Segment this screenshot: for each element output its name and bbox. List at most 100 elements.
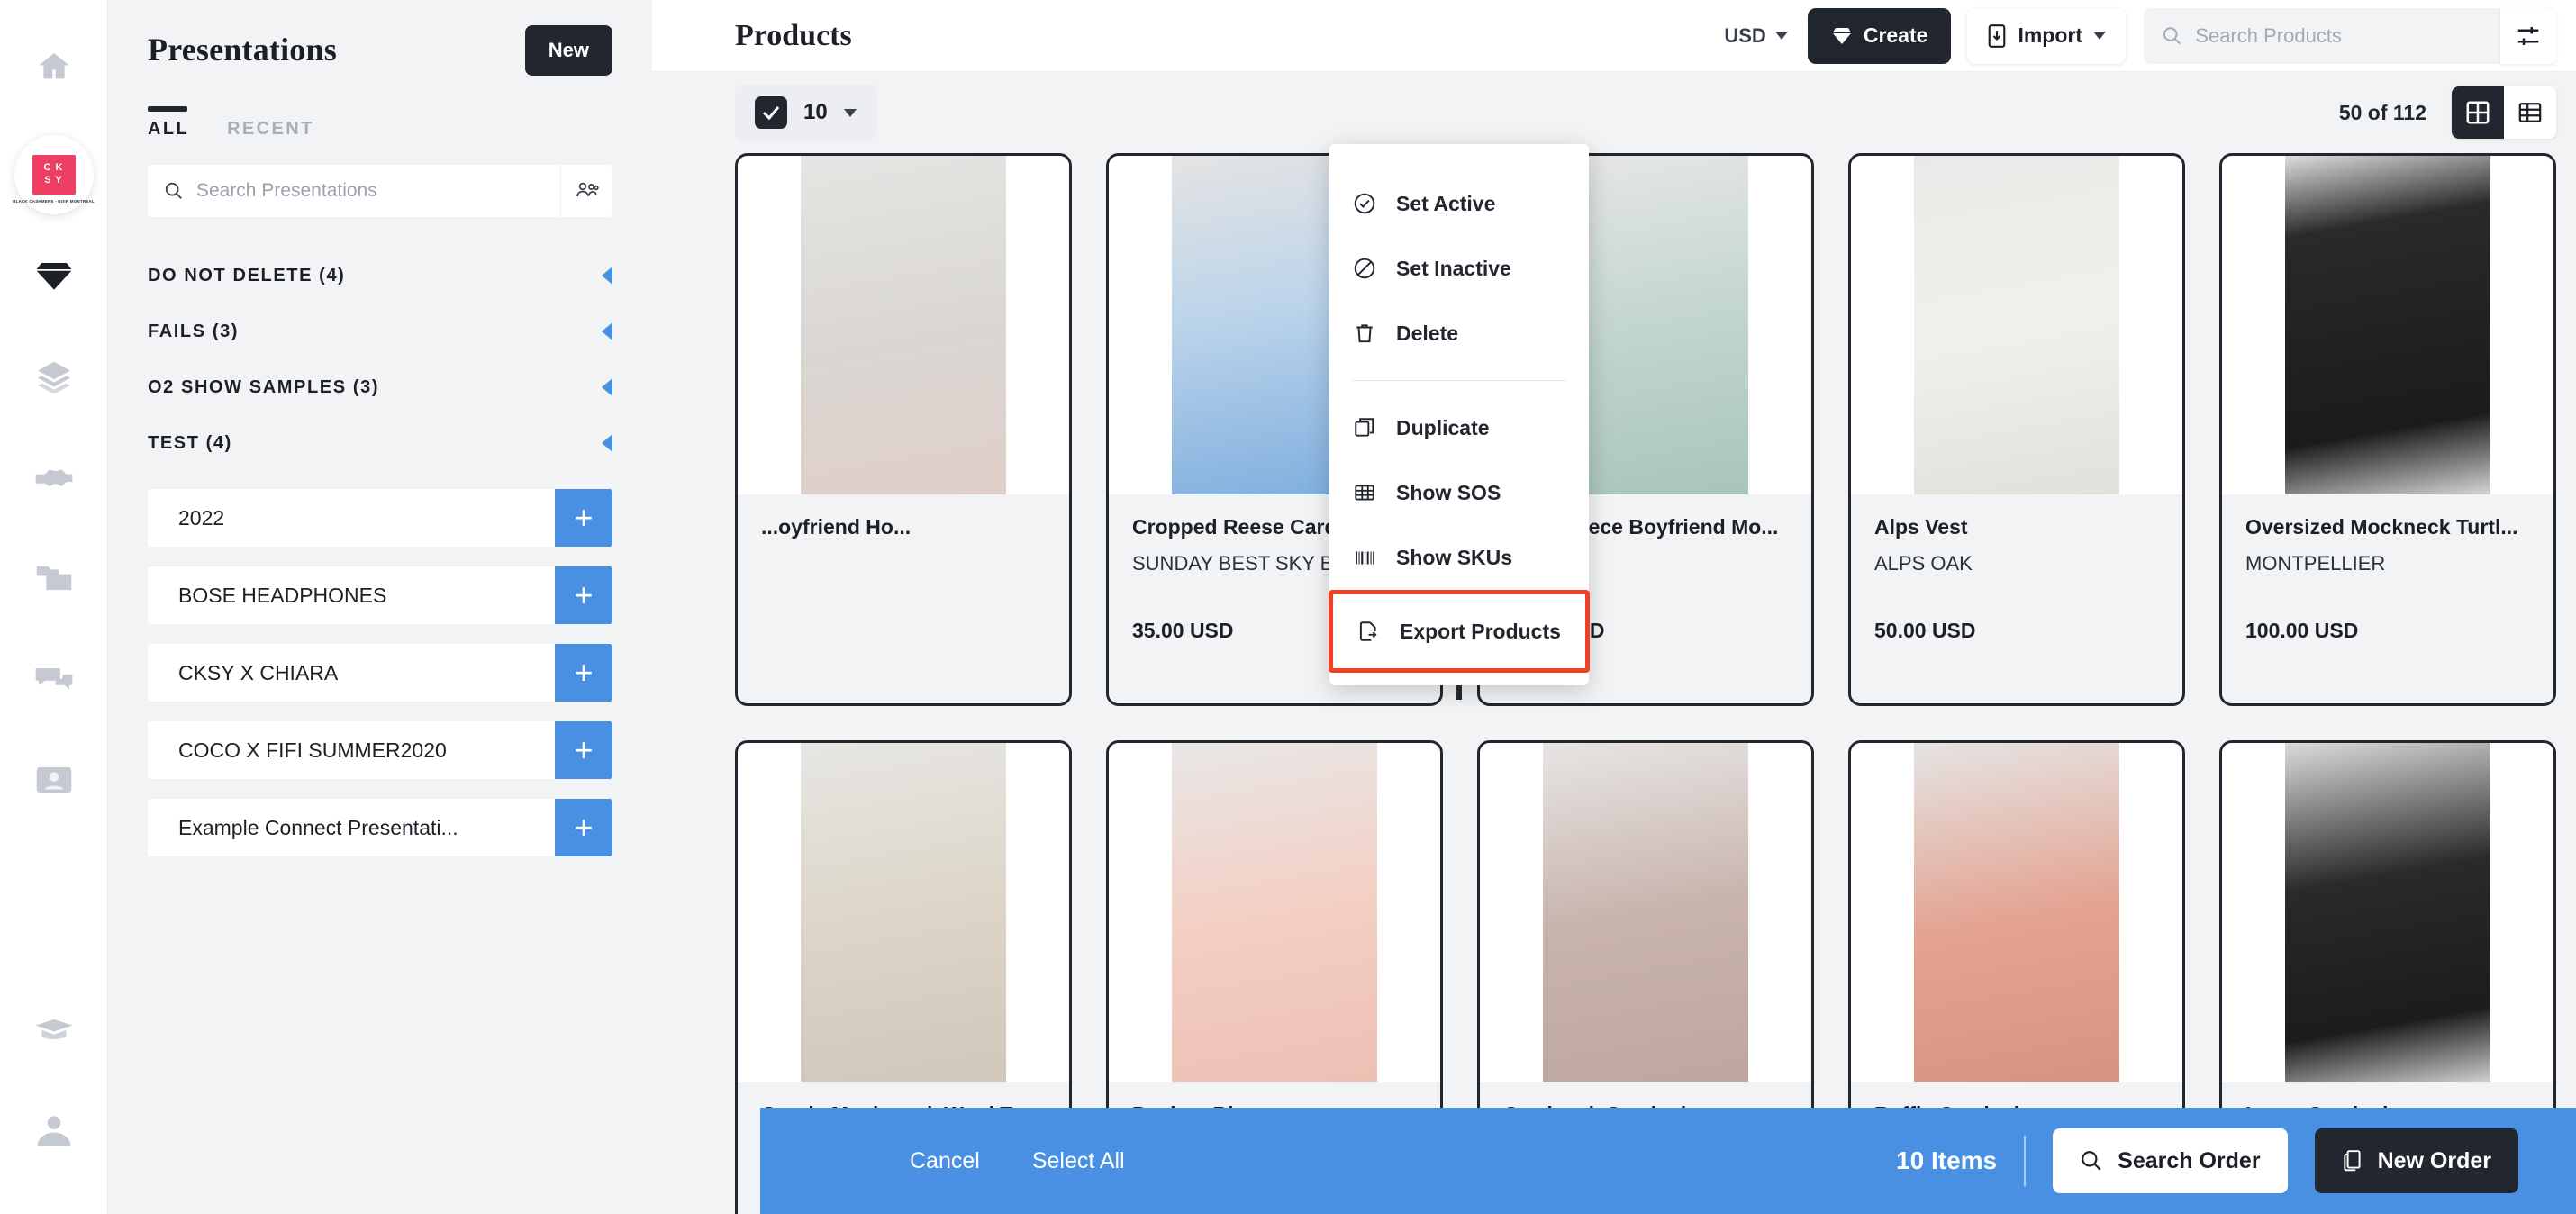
list-item[interactable]: CKSY X CHIARA + xyxy=(148,644,612,702)
ban-circle-icon xyxy=(1354,258,1375,279)
check-circle-icon xyxy=(1354,193,1375,214)
search-products-input[interactable] xyxy=(2195,23,2482,48)
presentation-name[interactable]: 2022 xyxy=(148,489,555,547)
product-image xyxy=(2222,156,2553,494)
toolbar-right: 50 of 112 xyxy=(2339,86,2556,139)
currency-selector[interactable]: USD xyxy=(1704,24,1807,48)
product-card[interactable]: Alps Vest ALPS OAK 50.00 USD xyxy=(1848,153,2185,706)
product-image xyxy=(1851,743,2182,1082)
menu-item-show-sos[interactable]: Show SOS xyxy=(1329,460,1589,525)
diamond-icon[interactable] xyxy=(20,241,88,310)
add-presentation-button[interactable]: + xyxy=(555,489,612,547)
add-presentation-button[interactable]: + xyxy=(555,644,612,702)
product-color: ALPS OAK xyxy=(1874,551,1973,575)
checkbox-checked-icon[interactable] xyxy=(755,96,787,129)
menu-item-export-products[interactable]: Export Products xyxy=(1333,594,1585,668)
product-image xyxy=(738,743,1069,1082)
chevron-down-icon[interactable] xyxy=(843,108,857,117)
create-button[interactable]: Create xyxy=(1807,7,1952,64)
folder-row[interactable]: O2 SHOW SAMPLES (3) xyxy=(148,359,612,415)
presentation-name[interactable]: CKSY X CHIARA xyxy=(148,644,555,702)
search-order-label: Search Order xyxy=(2118,1147,2261,1173)
filter-sliders-icon[interactable] xyxy=(2500,7,2556,64)
product-price: 100.00 USD xyxy=(2245,618,2359,642)
product-name: ...oyfriend Ho... xyxy=(761,515,912,539)
account-icon[interactable] xyxy=(20,1095,88,1164)
tab-all[interactable]: ALL xyxy=(148,106,189,140)
new-presentation-button[interactable]: New xyxy=(524,25,612,76)
menu-item-set-active[interactable]: Set Active xyxy=(1329,171,1589,236)
selection-bottom-bar: Cancel Select All 10 Items Search Order … xyxy=(760,1108,2576,1214)
menu-label: Set Active xyxy=(1396,191,1496,215)
bulk-actions-menu: Set Active Set Inactive Delete Duplicate… xyxy=(1329,144,1590,700)
search-products-field[interactable] xyxy=(2144,7,2500,64)
product-card[interactable]: Oversized Mockneck Turtl... MONTPELLIER … xyxy=(2219,153,2556,706)
menu-item-set-inactive[interactable]: Set Inactive xyxy=(1329,236,1589,301)
list-item[interactable]: COCO X FIFI SUMMER2020 + xyxy=(148,721,612,779)
search-presentations-input[interactable] xyxy=(195,180,544,202)
product-image xyxy=(2222,743,2553,1082)
product-image xyxy=(738,156,1069,494)
cancel-button[interactable]: Cancel xyxy=(910,1148,980,1174)
list-item[interactable]: 2022 + xyxy=(148,489,612,547)
list-view-button[interactable] xyxy=(2504,86,2556,139)
products-main: Products USD Create Import Search Produc… xyxy=(652,0,2576,1214)
folder-row[interactable]: TEST (4) xyxy=(148,415,612,471)
brand-logo[interactable]: C K S Y BLACK CASHMERE - NOIR MONTREAL xyxy=(13,135,95,214)
folder-list: DO NOT DELETE (4) FAILS (3) O2 SHOW SAMP… xyxy=(108,217,652,471)
home-icon[interactable] xyxy=(20,32,88,101)
export-file-icon xyxy=(1359,621,1377,641)
chevron-left-icon[interactable] xyxy=(602,322,612,340)
menu-item-duplicate[interactable]: Duplicate xyxy=(1329,395,1589,460)
sidebar-tabs: ALL RECENT xyxy=(108,76,652,140)
folder-row[interactable]: FAILS (3) xyxy=(148,304,612,359)
icon-rail: C K S Y BLACK CASHMERE - NOIR MONTREAL xyxy=(0,0,108,1214)
import-button[interactable]: Import xyxy=(1967,7,2126,64)
search-presentations-field[interactable] xyxy=(148,165,560,217)
grid-view-button[interactable] xyxy=(2452,86,2504,139)
presentation-name[interactable]: BOSE HEADPHONES xyxy=(148,566,555,624)
chat-icon[interactable] xyxy=(20,645,88,713)
trash-icon xyxy=(1356,324,1373,343)
folder-row[interactable]: DO NOT DELETE (4) xyxy=(148,248,612,304)
selection-count-dropdown[interactable]: 10 xyxy=(735,85,876,140)
results-count: 50 of 112 xyxy=(2338,100,2426,124)
search-order-button[interactable]: Search Order xyxy=(2053,1128,2288,1193)
folders-icon[interactable] xyxy=(20,544,88,612)
product-image xyxy=(1851,156,2182,494)
chevron-left-icon[interactable] xyxy=(602,267,612,285)
people-icon[interactable] xyxy=(560,165,612,217)
sidebar-search-row xyxy=(108,140,652,217)
handshake-icon[interactable] xyxy=(20,443,88,512)
product-card[interactable]: ...oyfriend Ho... xyxy=(735,153,1072,706)
layers-icon[interactable] xyxy=(20,342,88,411)
product-info: ...oyfriend Ho... xyxy=(738,494,1069,703)
products-title: Products xyxy=(735,18,852,52)
brand-line1: C K xyxy=(43,162,64,174)
menu-label: Export Products xyxy=(1400,619,1561,643)
contact-card-icon[interactable] xyxy=(20,746,88,814)
list-item[interactable]: BOSE HEADPHONES + xyxy=(148,566,612,624)
diamond-icon xyxy=(1832,27,1851,44)
folder-label: FAILS (3) xyxy=(148,321,240,341)
presentation-name[interactable]: Example Connect Presentati... xyxy=(148,799,555,856)
tab-recent[interactable]: RECENT xyxy=(227,106,314,140)
graduation-cap-icon[interactable] xyxy=(20,994,88,1063)
search-icon xyxy=(2082,1151,2101,1171)
add-presentation-button[interactable]: + xyxy=(555,799,612,856)
import-icon xyxy=(1989,23,2006,48)
add-presentation-button[interactable]: + xyxy=(555,566,612,624)
menu-item-delete[interactable]: Delete xyxy=(1329,301,1589,366)
product-price: 50.00 USD xyxy=(1874,618,1976,642)
brand-line2: S Y xyxy=(44,175,63,186)
add-presentation-button[interactable]: + xyxy=(555,721,612,779)
select-all-button[interactable]: Select All xyxy=(1032,1148,1125,1174)
menu-item-show-skus[interactable]: Show SKUs xyxy=(1329,525,1589,590)
presentation-name[interactable]: COCO X FIFI SUMMER2020 xyxy=(148,721,555,779)
chevron-left-icon[interactable] xyxy=(602,434,612,452)
chevron-left-icon[interactable] xyxy=(602,378,612,396)
list-item[interactable]: Example Connect Presentati... + xyxy=(148,799,612,856)
selected-count-label: 10 xyxy=(803,100,828,124)
folder-label: DO NOT DELETE (4) xyxy=(148,265,346,285)
new-order-button[interactable]: New Order xyxy=(2314,1128,2518,1193)
